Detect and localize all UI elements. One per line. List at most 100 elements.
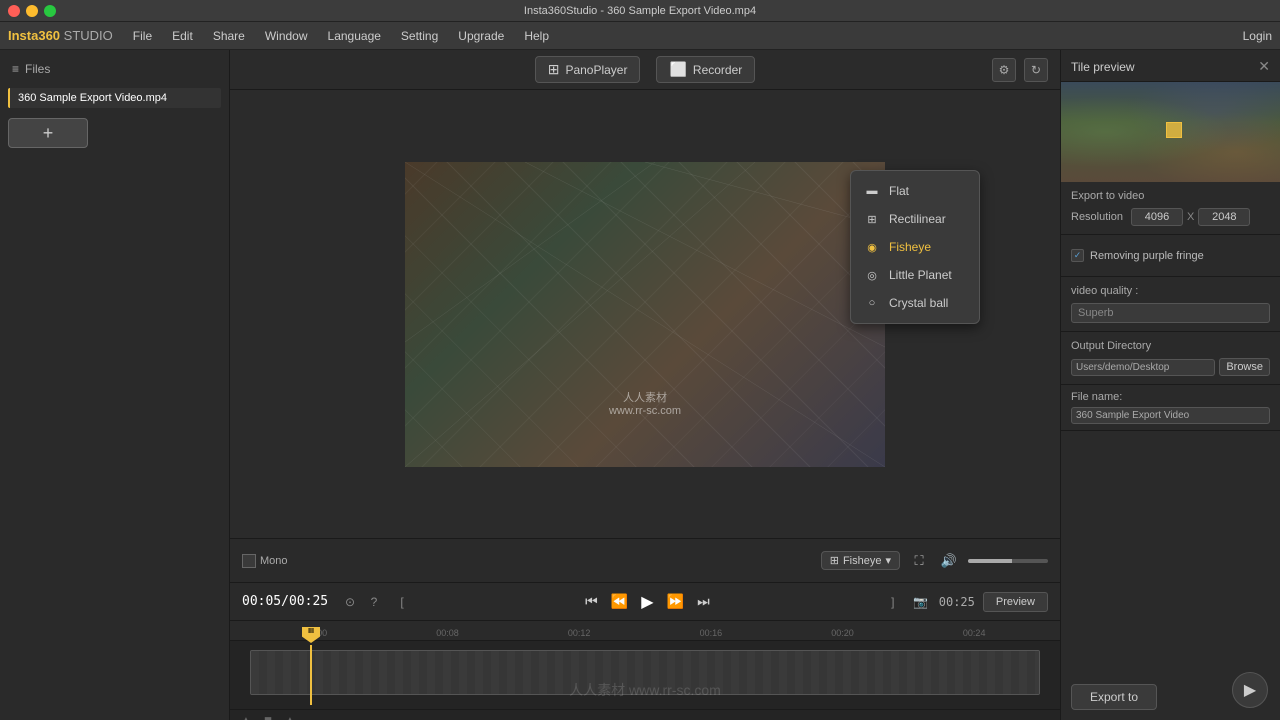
remove-purple-fringe-checkbox[interactable]: ✓ xyxy=(1071,249,1084,262)
dropdown-item-fisheye[interactable]: ◉ Fisheye xyxy=(851,233,979,261)
resolution-row: Resolution X xyxy=(1071,208,1270,226)
play-fab-button[interactable]: ▶ xyxy=(1232,672,1268,708)
ruler-mark-2: 00:12 xyxy=(513,628,645,638)
timeline-fit-icon[interactable]: ◼ xyxy=(260,712,276,720)
zoom-in-icon[interactable]: ▲ xyxy=(282,712,298,720)
output-dir-row: Users/demo/Desktop Browse xyxy=(1071,358,1270,376)
refresh-icon[interactable]: ↻ xyxy=(1024,58,1048,82)
right-panel: Tile preview ✕ Export to video Resolutio… xyxy=(1060,50,1280,720)
menu-file[interactable]: File xyxy=(125,27,160,45)
snapshot-button[interactable]: 📷 xyxy=(911,592,931,612)
step-back-button[interactable]: ⏪ xyxy=(608,591,630,613)
menu-bar: Insta360 STUDIO File Edit Share Window L… xyxy=(0,22,1280,50)
rectilinear-icon: ⊞ xyxy=(863,210,881,228)
close-button[interactable] xyxy=(8,5,20,17)
menu-share[interactable]: Share xyxy=(205,27,253,45)
settings-icon[interactable]: ⚙ xyxy=(992,58,1016,82)
zoom-out-icon[interactable]: ▲ xyxy=(238,712,254,720)
main-layout: ≡ Files 360 Sample Export Video.mp4 + ⊞ … xyxy=(0,50,1280,720)
files-icon: ≡ xyxy=(12,62,19,76)
recorder-label: Recorder xyxy=(693,63,742,77)
view-mode-selector[interactable]: ⊞ Fisheye ▾ xyxy=(821,551,900,570)
mono-checkbox[interactable] xyxy=(242,554,256,568)
resolution-width-input[interactable] xyxy=(1131,208,1183,226)
window-controls[interactable] xyxy=(8,5,56,17)
transport-controls: ⏮ ⏪ ▶ ⏩ ⏭ xyxy=(420,591,875,613)
timeline-ruler: 00:00 00:08 00:12 00:16 00:20 00:24 xyxy=(230,621,1060,641)
resolution-x-separator: X xyxy=(1187,211,1194,223)
timeline-clip[interactable] xyxy=(250,650,1040,695)
flat-icon: ▬ xyxy=(863,182,881,200)
purple-fringe-section: ✓ Removing purple fringe xyxy=(1061,235,1280,277)
tile-preview-header: Tile preview ✕ xyxy=(1061,50,1280,82)
preview-button[interactable]: Preview xyxy=(983,592,1048,612)
resolution-height-input[interactable] xyxy=(1198,208,1250,226)
window-title: Insta360Studio - 360 Sample Export Video… xyxy=(524,5,756,17)
fast-forward-button[interactable]: ⏭ xyxy=(692,591,714,613)
menu-edit[interactable]: Edit xyxy=(164,27,201,45)
volume-slider[interactable] xyxy=(968,559,1048,563)
video-area: 人人素材 www.rr-sc.com ▬ Flat ⊞ Rectilinear … xyxy=(230,90,1060,538)
add-file-button[interactable]: + xyxy=(8,118,88,148)
export-to-video-section: Export to video Resolution X xyxy=(1061,182,1280,235)
dropdown-item-little-planet[interactable]: ◎ Little Planet xyxy=(851,261,979,289)
current-timecode: 00:05/00:25 xyxy=(242,594,332,609)
mono-toggle[interactable]: Mono xyxy=(242,554,288,568)
ruler-mark-4: 00:20 xyxy=(777,628,909,638)
crystal-ball-icon: ○ xyxy=(863,294,881,312)
help-icon[interactable]: ? xyxy=(364,592,384,612)
filename-input[interactable]: 360 Sample Export Video xyxy=(1071,407,1270,424)
step-forward-button[interactable]: ⏩ xyxy=(664,591,686,613)
quality-input[interactable]: Superb xyxy=(1071,303,1270,323)
close-panel-button[interactable]: ✕ xyxy=(1258,58,1270,75)
controls-bar: Mono ⊞ Fisheye ▾ ⛶ 🔊 xyxy=(230,538,1060,582)
rewind-button[interactable]: ⏮ xyxy=(580,591,602,613)
panoplayer-button[interactable]: ⊞ PanoPlayer xyxy=(535,56,641,83)
clip-waveform xyxy=(251,651,1039,694)
timecode-bar: 00:05/00:25 ⊙ ? [ ⏮ ⏪ ▶ ⏩ ⏭ ] 📷 00:25 Pr… xyxy=(230,582,1060,620)
top-toolbar: ⊞ PanoPlayer ⬜ Recorder ⚙ ↻ xyxy=(230,50,1060,90)
menu-window[interactable]: Window xyxy=(257,27,316,45)
login-button[interactable]: Login xyxy=(1243,29,1272,43)
minimize-button[interactable] xyxy=(26,5,38,17)
menu-help[interactable]: Help xyxy=(516,27,557,45)
sidebar: ≡ Files 360 Sample Export Video.mp4 + xyxy=(0,50,230,720)
ruler-marks: 00:00 00:08 00:12 00:16 00:20 00:24 xyxy=(230,628,1060,638)
recorder-button[interactable]: ⬜ Recorder xyxy=(656,56,755,83)
fullscreen-button[interactable]: ⛶ xyxy=(908,550,930,572)
title-bar: Insta360Studio - 360 Sample Export Video… xyxy=(0,0,1280,22)
fisheye-icon: ◉ xyxy=(863,238,881,256)
view-icon: ⊞ xyxy=(830,554,839,567)
tile-preview-image xyxy=(1061,82,1280,182)
browse-button[interactable]: Browse xyxy=(1219,358,1270,376)
remove-purple-fringe-label: Removing purple fringe xyxy=(1090,250,1204,262)
logo-sub: STUDIO xyxy=(60,28,113,43)
center-content: ⊞ PanoPlayer ⬜ Recorder ⚙ ↻ xyxy=(230,50,1060,720)
menu-upgrade[interactable]: Upgrade xyxy=(450,27,512,45)
files-label: Files xyxy=(25,62,50,76)
sidebar-file-item[interactable]: 360 Sample Export Video.mp4 xyxy=(8,88,221,108)
in-point-button[interactable]: [ xyxy=(392,592,412,612)
play-button[interactable]: ▶ xyxy=(636,591,658,613)
dropdown-item-rectilinear[interactable]: ⊞ Rectilinear xyxy=(851,205,979,233)
dropdown-item-crystal-ball[interactable]: ○ Crystal ball xyxy=(851,289,979,317)
out-point-button[interactable]: ] xyxy=(883,592,903,612)
ruler-mark-1: 00:08 xyxy=(382,628,514,638)
menu-language[interactable]: Language xyxy=(320,27,389,45)
remove-purple-fringe-row: ✓ Removing purple fringe xyxy=(1071,243,1270,268)
loop-icon[interactable]: ⊙ xyxy=(340,592,360,612)
maximize-button[interactable] xyxy=(44,5,56,17)
export-to-button[interactable]: Export to xyxy=(1071,684,1157,710)
filename-section: File name: 360 Sample Export Video xyxy=(1061,385,1280,431)
dropdown-item-flat[interactable]: ▬ Flat xyxy=(851,177,979,205)
ruler-mark-5: 00:24 xyxy=(908,628,1040,638)
play-fab-icon: ▶ xyxy=(1244,680,1256,700)
menu-setting[interactable]: Setting xyxy=(393,27,446,45)
playhead[interactable]: III xyxy=(310,645,312,705)
view-mode-dropdown: ▬ Flat ⊞ Rectilinear ◉ Fisheye ◎ Little … xyxy=(850,170,980,324)
volume-button[interactable]: 🔊 xyxy=(938,550,960,572)
chevron-down-icon: ▾ xyxy=(885,554,891,567)
output-dir-input[interactable]: Users/demo/Desktop xyxy=(1071,359,1215,376)
video-lines-svg xyxy=(405,162,885,467)
timeline-area: 00:00 00:08 00:12 00:16 00:20 00:24 III xyxy=(230,620,1060,720)
